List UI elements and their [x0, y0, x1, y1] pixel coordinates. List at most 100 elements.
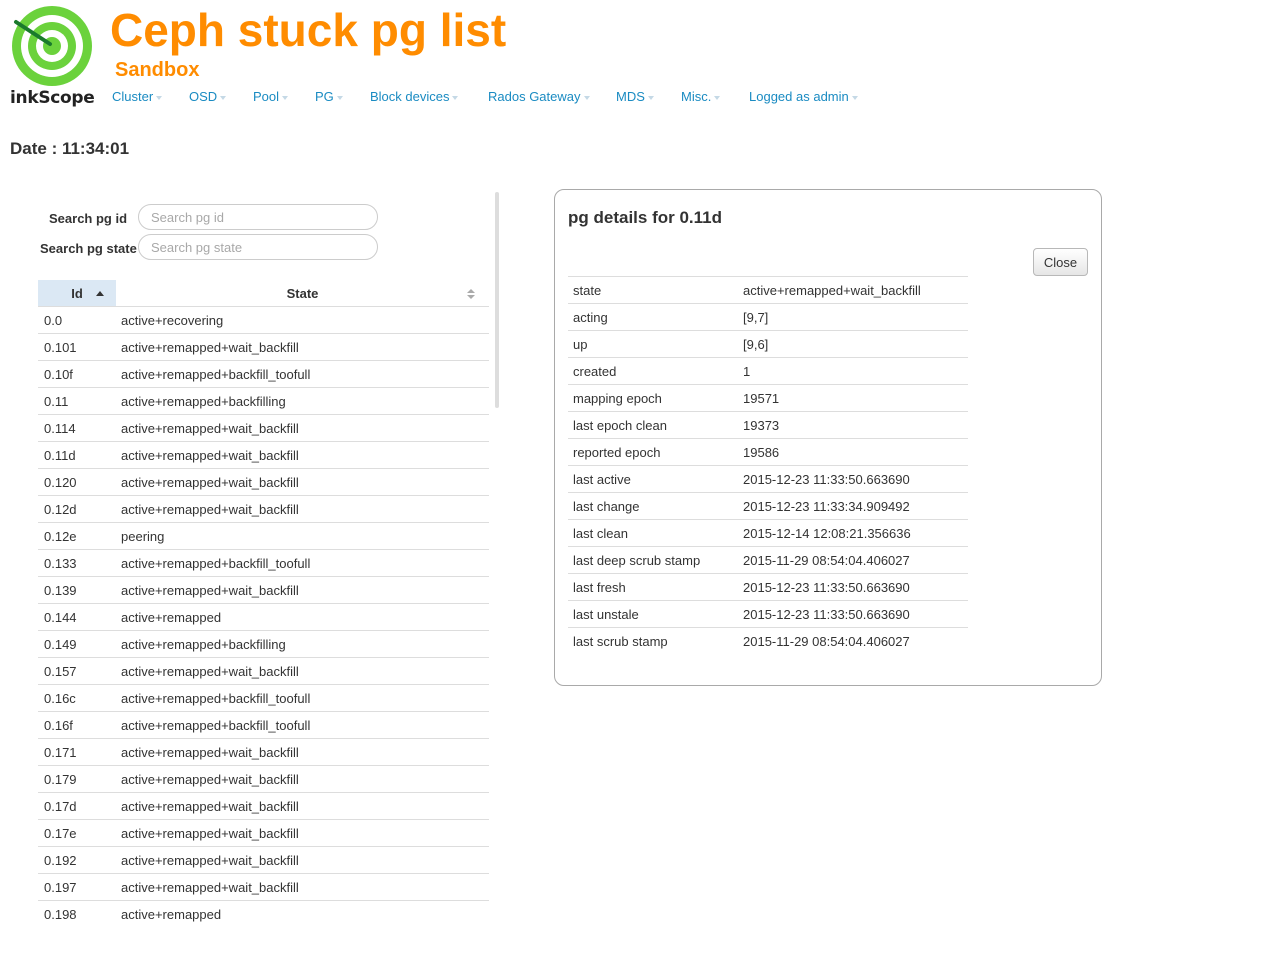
search-pgid-input[interactable]: [138, 204, 378, 230]
chevron-down-icon: [714, 95, 721, 100]
table-row[interactable]: 0.11 active+remapped+backfilling: [38, 387, 489, 415]
detail-value: 2015-12-23 11:33:50.663690: [738, 573, 968, 601]
nav-mds[interactable]: MDS: [616, 89, 654, 104]
column-header-id[interactable]: Id: [38, 280, 116, 307]
nav-misc[interactable]: Misc.: [681, 89, 721, 104]
detail-row: mapping epoch 19571: [568, 384, 968, 412]
detail-key: last scrub stamp: [568, 627, 738, 654]
table-row[interactable]: 0.11d active+remapped+wait_backfill: [38, 441, 489, 469]
table-row[interactable]: 0.16f active+remapped+backfill_toofull: [38, 711, 489, 739]
cell-state: active+remapped+wait_backfill: [116, 846, 489, 874]
detail-key: last deep scrub stamp: [568, 546, 738, 574]
detail-value: 2015-12-23 11:33:34.909492: [738, 492, 968, 520]
nav-label: Rados Gateway: [488, 89, 581, 104]
pg-table: Id State 0.0 active+recovering 0.101 active…: [38, 280, 489, 927]
column-header-label: Id: [71, 285, 83, 301]
cell-id: 0.197: [38, 873, 116, 901]
cell-state: active+remapped+wait_backfill: [116, 819, 489, 847]
table-row[interactable]: 0.12e peering: [38, 522, 489, 550]
nav-label: Misc.: [681, 89, 712, 104]
cell-id: 0.0: [38, 306, 116, 334]
chevron-down-icon: [583, 95, 590, 100]
detail-key: up: [568, 330, 738, 358]
nav-rados-gateway[interactable]: Rados Gateway: [488, 89, 590, 104]
cell-state: active+remapped+backfilling: [116, 387, 489, 415]
table-row[interactable]: 0.192 active+remapped+wait_backfill: [38, 846, 489, 874]
cell-id: 0.16c: [38, 684, 116, 712]
nav-user-menu[interactable]: Logged as admin: [749, 89, 858, 104]
detail-key: acting: [568, 303, 738, 331]
search-state-input[interactable]: [138, 234, 378, 260]
table-row[interactable]: 0.139 active+remapped+wait_backfill: [38, 576, 489, 604]
sort-icon: [467, 289, 475, 301]
inkscope-logo[interactable]: inkScope: [8, 4, 98, 108]
nav-pool[interactable]: Pool: [253, 89, 289, 104]
detail-value: [9,6]: [738, 330, 968, 358]
nav-label: MDS: [616, 89, 645, 104]
table-row[interactable]: 0.12d active+remapped+wait_backfill: [38, 495, 489, 523]
pg-details-panel: pg details for 0.11d Close state active+r…: [554, 189, 1102, 686]
nav-label: Pool: [253, 89, 280, 104]
table-row[interactable]: 0.17e active+remapped+wait_backfill: [38, 819, 489, 847]
table-row[interactable]: 0.114 active+remapped+wait_backfill: [38, 414, 489, 442]
target-logo-icon: [12, 6, 92, 86]
nav-osd[interactable]: OSD: [189, 89, 227, 104]
table-row[interactable]: 0.16c active+remapped+backfill_toofull: [38, 684, 489, 712]
chevron-down-icon: [647, 95, 654, 100]
detail-row: up [9,6]: [568, 330, 968, 358]
detail-key: created: [568, 357, 738, 385]
cell-id: 0.17d: [38, 792, 116, 820]
chevron-down-icon: [282, 95, 289, 100]
detail-value: 19373: [738, 411, 968, 439]
cell-state: active+remapped+wait_backfill: [116, 441, 489, 469]
table-row[interactable]: 0.133 active+remapped+backfill_toofull: [38, 549, 489, 577]
cell-state: active+remapped+wait_backfill: [116, 738, 489, 766]
table-row[interactable]: 0.120 active+remapped+wait_backfill: [38, 468, 489, 496]
cell-state: active+remapped+wait_backfill: [116, 765, 489, 793]
cell-id: 0.17e: [38, 819, 116, 847]
detail-value: 2015-11-29 08:54:04.406027: [738, 627, 968, 654]
table-row[interactable]: 0.197 active+remapped+wait_backfill: [38, 873, 489, 901]
table-row[interactable]: 0.171 active+remapped+wait_backfill: [38, 738, 489, 766]
cell-id: 0.171: [38, 738, 116, 766]
detail-row: last unstale 2015-12-23 11:33:50.663690: [568, 600, 968, 628]
column-header-state[interactable]: State: [116, 280, 489, 307]
table-row[interactable]: 0.0 active+recovering: [38, 306, 489, 334]
cell-state: active+remapped+backfill_toofull: [116, 549, 489, 577]
detail-row: acting [9,7]: [568, 303, 968, 331]
table-row[interactable]: 0.17d active+remapped+wait_backfill: [38, 792, 489, 820]
nav-cluster[interactable]: Cluster: [112, 89, 163, 104]
cell-id: 0.198: [44, 906, 77, 922]
table-header-row: Id State: [38, 280, 489, 307]
table-row[interactable]: 0.149 active+remapped+backfilling: [38, 630, 489, 658]
nav-block-devices[interactable]: Block devices: [370, 89, 459, 104]
detail-row: last fresh 2015-12-23 11:33:50.663690: [568, 573, 968, 601]
cell-id: 0.192: [38, 846, 116, 874]
close-button[interactable]: Close: [1033, 248, 1088, 276]
detail-key: last clean: [568, 519, 738, 547]
detail-row: reported epoch 19586: [568, 438, 968, 466]
table-row[interactable]: 0.157 active+remapped+wait_backfill: [38, 657, 489, 685]
detail-key: reported epoch: [568, 438, 738, 466]
table-row[interactable]: 0.198 active+remapped: [38, 901, 489, 928]
page-title: Ceph stuck pg list: [110, 4, 507, 56]
nav-pg[interactable]: PG: [315, 89, 343, 104]
search-state-label: Search pg state: [40, 241, 137, 256]
cell-state: active+remapped+wait_backfill: [116, 333, 489, 361]
list-scrollbar[interactable]: [495, 192, 499, 408]
detail-row: last epoch clean 19373: [568, 411, 968, 439]
page-subtitle: Sandbox: [115, 59, 200, 81]
cell-id: 0.10f: [38, 360, 116, 388]
table-row[interactable]: 0.144 active+remapped: [38, 603, 489, 631]
detail-value: 19571: [738, 384, 968, 412]
table-row[interactable]: 0.101 active+remapped+wait_backfill: [38, 333, 489, 361]
cell-id: 0.11: [38, 387, 116, 415]
chevron-down-icon: [452, 95, 459, 100]
detail-key: mapping epoch: [568, 384, 738, 412]
chevron-down-icon: [220, 95, 227, 100]
cell-state: active+remapped+wait_backfill: [116, 873, 489, 901]
nav-label: PG: [315, 89, 334, 104]
detail-key: last fresh: [568, 573, 738, 601]
table-row[interactable]: 0.179 active+remapped+wait_backfill: [38, 765, 489, 793]
table-row[interactable]: 0.10f active+remapped+backfill_toofull: [38, 360, 489, 388]
